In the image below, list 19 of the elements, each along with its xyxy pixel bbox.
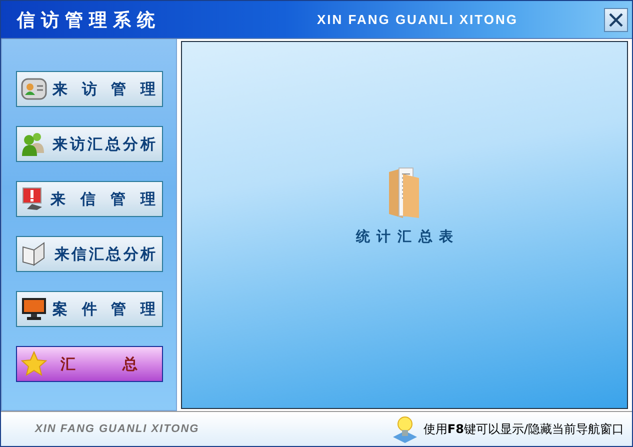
star-icon [20,351,46,377]
people-icon [20,131,46,157]
nav-button[interactable]: 来信汇总分析 [16,236,162,272]
footer-brand: XIN FANG GUANLI XITONG [35,423,200,435]
nav-button[interactable]: 案 件 管 理 [16,291,162,327]
close-icon [609,12,623,26]
report-item[interactable]: 统 计 汇 总 表 [356,166,454,246]
close-button[interactable] [604,8,628,32]
monitor-alert-icon [20,187,44,211]
status-hint: 使用F8键可以显示/隐藏当前导航窗口 [423,420,624,438]
contact-card-icon [20,78,46,100]
nav-button[interactable]: 来访汇总分析 [16,126,162,162]
monitor-icon [20,297,46,321]
lightbulb-icon [391,415,420,443]
window-subtitle: XIN FANG GUANLI XITONG [316,12,518,27]
nav-button[interactable]: 汇 总 [16,346,162,382]
nav-button[interactable]: 来 访 管 理 [16,71,162,107]
nav-button[interactable]: 来 信 管 理 [16,181,162,217]
window-title: 信访管理系统 [17,8,161,32]
